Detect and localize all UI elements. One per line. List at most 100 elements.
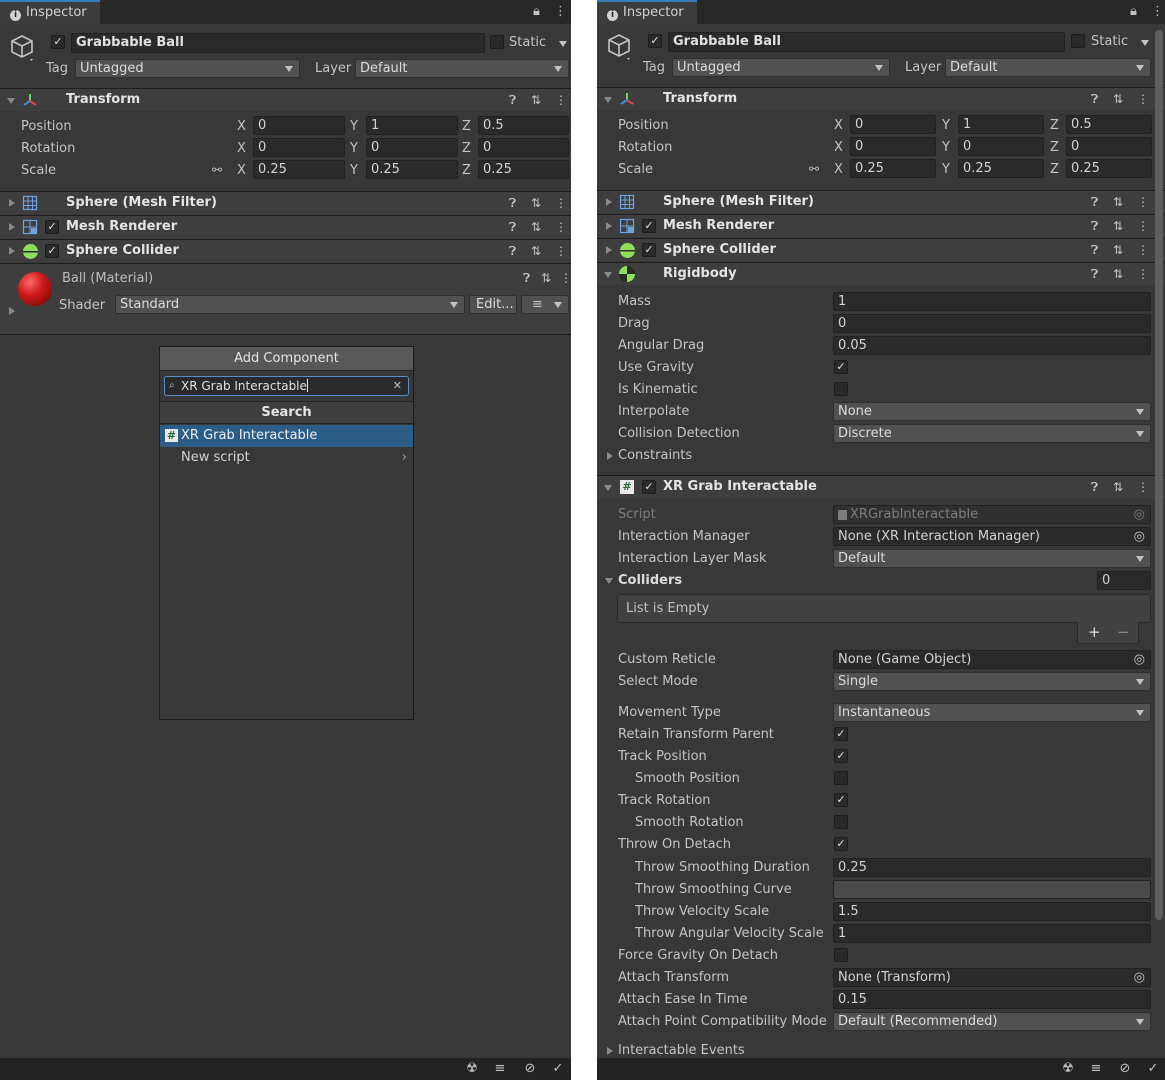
debug-off-icon[interactable]: ⊘: [522, 1061, 538, 1077]
kebab-menu-icon[interactable]: ⋮: [1151, 0, 1164, 24]
sphere-collider-header[interactable]: ✓ Sphere Collider ❓︎ ⇅ ⋮: [597, 238, 1165, 261]
help-icon[interactable]: ❓︎: [1091, 268, 1098, 281]
foldout-arrow-icon[interactable]: [9, 223, 15, 231]
foldout-arrow-icon[interactable]: [606, 246, 612, 254]
component-enabled-checkbox[interactable]: ✓: [642, 243, 656, 257]
foldout-arrow-icon[interactable]: [606, 198, 612, 206]
component-enabled-checkbox[interactable]: ✓: [642, 480, 656, 494]
component-enabled-checkbox[interactable]: ✓: [45, 244, 59, 258]
foldout-arrow-icon[interactable]: [607, 452, 613, 460]
foldout-arrow-icon[interactable]: [604, 272, 612, 278]
rotation-z-field[interactable]: 0: [478, 138, 569, 157]
track-position-checkbox[interactable]: ✓: [834, 749, 848, 763]
help-icon[interactable]: ❓︎: [1091, 481, 1098, 494]
position-x-field[interactable]: 0: [253, 116, 345, 135]
interpolate-dropdown[interactable]: None: [833, 402, 1151, 421]
mesh-renderer-header[interactable]: ✓ Mesh Renderer ❓︎ ⇅ ⋮: [0, 215, 571, 238]
collision-detection-dropdown[interactable]: Discrete: [833, 424, 1151, 443]
object-name-field[interactable]: Grabbable Ball: [668, 32, 1065, 52]
angular-drag-field[interactable]: 0.05: [833, 336, 1151, 355]
colliders-foldout[interactable]: Colliders: [618, 573, 682, 588]
static-checkbox[interactable]: [1071, 34, 1085, 48]
scale-z-field[interactable]: 0.25: [478, 160, 569, 179]
kebab-menu-icon[interactable]: ⋮: [555, 94, 567, 107]
shader-options-dropdown[interactable]: ≡: [521, 295, 569, 314]
foldout-arrow-icon[interactable]: [606, 222, 612, 230]
component-enabled-checkbox[interactable]: ✓: [642, 219, 656, 233]
smooth-rotation-checkbox[interactable]: [834, 815, 848, 829]
mesh-filter-header[interactable]: Sphere (Mesh Filter) ❓︎ ⇅ ⋮: [597, 190, 1165, 213]
position-z-field[interactable]: 0.5: [478, 116, 569, 135]
help-icon[interactable]: ❓︎: [523, 272, 530, 285]
scale-y-field[interactable]: 0.25: [958, 159, 1044, 178]
lock-icon[interactable]: 🔒︎: [1130, 0, 1137, 24]
component-search-input[interactable]: XR Grab Interactable ⌕ ✕: [164, 376, 409, 396]
presets-icon[interactable]: ⇅: [531, 221, 541, 234]
layers-icon[interactable]: ≡: [492, 1061, 508, 1077]
rotation-x-field[interactable]: 0: [253, 138, 345, 157]
transform-header[interactable]: Transform ❓︎ ⇅ ⋮: [597, 87, 1165, 110]
kebab-menu-icon[interactable]: ⋮: [554, 0, 567, 24]
kebab-menu-icon[interactable]: ⋮: [555, 245, 567, 258]
interaction-manager-field[interactable]: None (XR Interaction Manager) ◎: [833, 527, 1151, 546]
scale-x-field[interactable]: 0.25: [253, 160, 345, 179]
throw-smoothing-curve-field[interactable]: [833, 880, 1151, 899]
active-checkbox[interactable]: ✓: [51, 35, 65, 49]
drag-field[interactable]: 0: [833, 314, 1151, 333]
position-y-field[interactable]: 1: [958, 115, 1044, 134]
material-preview-sphere[interactable]: [18, 272, 52, 306]
clear-search-icon[interactable]: ✕: [393, 377, 402, 395]
presets-icon[interactable]: ⇅: [1113, 244, 1123, 257]
foldout-arrow-icon[interactable]: [7, 98, 15, 104]
lock-icon[interactable]: 🔒︎: [533, 0, 540, 24]
mesh-renderer-header[interactable]: ✓ Mesh Renderer ❓︎ ⇅ ⋮: [597, 214, 1165, 237]
foldout-arrow-icon[interactable]: [9, 307, 15, 315]
debug-off-icon[interactable]: ⊘: [1117, 1061, 1133, 1077]
rotation-y-field[interactable]: 0: [958, 137, 1044, 156]
xr-grab-interactable-header[interactable]: # ✓ XR Grab Interactable ❓︎ ⇅ ⋮: [597, 475, 1165, 498]
search-result-new-script[interactable]: New script ›: [160, 447, 413, 469]
component-enabled-checkbox[interactable]: ✓: [45, 220, 59, 234]
object-picker-icon[interactable]: ◎: [1134, 969, 1145, 986]
rigidbody-header[interactable]: Rigidbody ❓︎ ⇅ ⋮: [597, 262, 1165, 285]
sphere-collider-header[interactable]: ✓ Sphere Collider ❓︎ ⇅ ⋮: [0, 239, 571, 262]
static-checkbox[interactable]: [490, 35, 504, 49]
object-picker-icon[interactable]: ◎: [1134, 528, 1145, 545]
attach-ease-in-time-field[interactable]: 0.15: [833, 990, 1151, 1009]
help-icon[interactable]: ❓︎: [1091, 93, 1098, 106]
is-kinematic-checkbox[interactable]: [834, 382, 848, 396]
force-gravity-on-detach-checkbox[interactable]: [834, 948, 848, 962]
layers-icon[interactable]: ≡: [1088, 1061, 1104, 1077]
layer-dropdown[interactable]: Default: [945, 58, 1151, 77]
presets-icon[interactable]: ⇅: [531, 94, 541, 107]
throw-on-detach-checkbox[interactable]: ✓: [834, 837, 848, 851]
object-name-field[interactable]: Grabbable Ball: [71, 33, 485, 53]
kebab-menu-icon[interactable]: ⋮: [560, 272, 571, 285]
scrollbar-thumb[interactable]: [1155, 30, 1163, 920]
rotation-y-field[interactable]: 0: [366, 138, 458, 157]
add-element-button[interactable]: +: [1088, 623, 1101, 641]
kebab-menu-icon[interactable]: ⋮: [1137, 268, 1149, 281]
help-icon[interactable]: ❓︎: [1091, 196, 1098, 209]
add-component-button[interactable]: Add Component: [160, 347, 413, 371]
tab-inspector[interactable]: i Inspector: [0, 0, 100, 24]
link-constrain-icon[interactable]: ⚯: [809, 162, 819, 176]
kebab-menu-icon[interactable]: ⋮: [1137, 93, 1149, 106]
kebab-menu-icon[interactable]: ⋮: [555, 221, 567, 234]
throw-smoothing-duration-field[interactable]: 0.25: [833, 858, 1151, 877]
presets-icon[interactable]: ⇅: [541, 272, 551, 285]
edit-shader-button[interactable]: Edit...: [469, 295, 517, 314]
link-constrain-icon[interactable]: ⚯: [212, 163, 222, 177]
foldout-arrow-icon[interactable]: [9, 199, 15, 207]
presets-icon[interactable]: ⇅: [1113, 481, 1123, 494]
custom-reticle-field[interactable]: None (Game Object) ◎: [833, 650, 1151, 669]
position-z-field[interactable]: 0.5: [1066, 115, 1152, 134]
kebab-menu-icon[interactable]: ⋮: [1137, 481, 1149, 494]
constraints-foldout[interactable]: Constraints: [618, 448, 692, 463]
object-picker-icon[interactable]: ◎: [1134, 651, 1145, 668]
kebab-menu-icon[interactable]: ⋮: [555, 197, 567, 210]
gameobject-cube-icon[interactable]: [8, 33, 36, 61]
mass-field[interactable]: 1: [833, 292, 1151, 311]
attach-transform-field[interactable]: None (Transform) ◎: [833, 968, 1151, 987]
tag-dropdown[interactable]: Untagged: [75, 59, 300, 78]
